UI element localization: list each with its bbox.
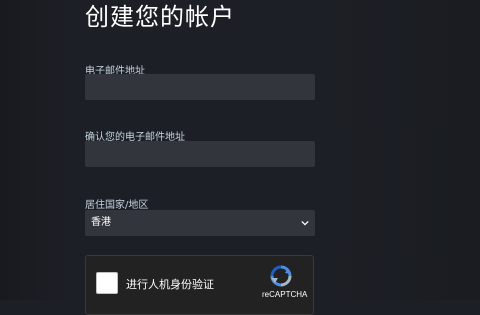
recaptcha-widget: 进行人机身份验证 reCAPTCHA [85,255,314,315]
recaptcha-brand: reCAPTCHA [262,290,308,299]
country-label: 居住国家/地区 [85,200,149,211]
chevron-down-icon [301,220,309,226]
confirm-email-field[interactable] [85,141,315,167]
background-left-panel [0,0,70,300]
recaptcha-checkbox[interactable] [96,272,118,294]
recaptcha-prompt: 进行人机身份验证 [126,278,214,291]
country-select-value: 香港 [91,217,111,228]
page-title: 创建您的帐户 [85,3,235,31]
email-field[interactable] [85,74,315,100]
background-right-panel [330,0,480,300]
country-select[interactable]: 香港 [85,210,315,236]
recaptcha-logo-icon [270,265,292,287]
